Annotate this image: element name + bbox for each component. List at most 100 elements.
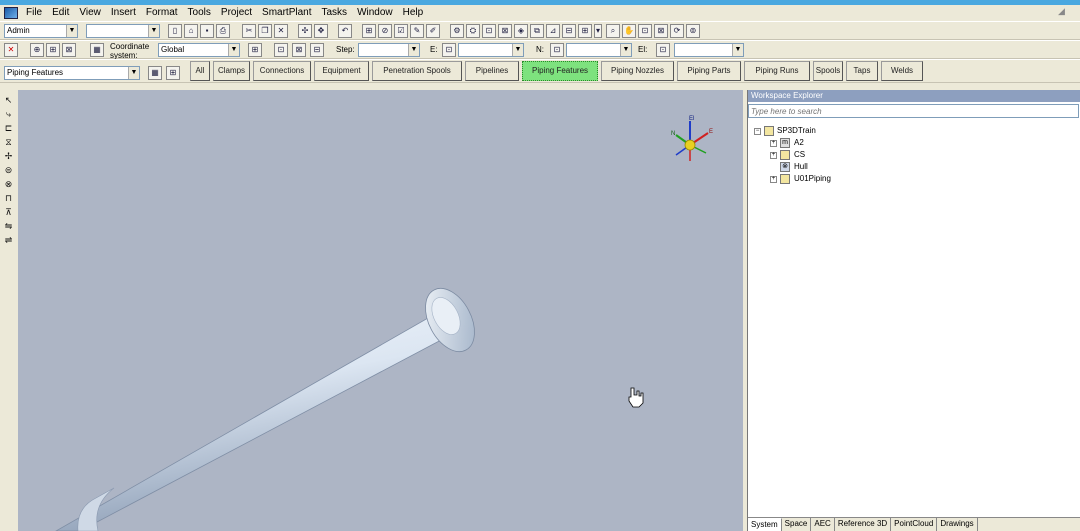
expand-icon[interactable]: + — [770, 176, 777, 183]
e-combo[interactable]: ▼ — [458, 43, 524, 57]
pinpoint-icon[interactable]: ⊞ — [46, 43, 60, 57]
view-i-icon[interactable]: ⊞ — [578, 24, 592, 38]
n-combo[interactable]: ▼ — [566, 43, 632, 57]
fit-icon[interactable]: ⊠ — [654, 24, 668, 38]
step-combo[interactable]: ▼ — [358, 43, 420, 57]
coord-system-combo[interactable]: Global ▼ — [158, 43, 240, 57]
filter-options-icon[interactable]: ▦ — [148, 66, 162, 80]
insert-instrument-icon[interactable]: ✢ — [2, 150, 15, 163]
filter-penetration-spools-button[interactable]: Penetration Spools — [372, 61, 462, 81]
tree-item-hull[interactable]: ⊗ Hull — [752, 161, 1072, 173]
filter-all-button[interactable]: All — [190, 61, 210, 81]
properties-icon[interactable]: ☑ — [394, 24, 408, 38]
view-d-icon[interactable]: ⊠ — [498, 24, 512, 38]
delete-icon[interactable]: ✕ — [274, 24, 288, 38]
tree-item-u01piping[interactable]: + U01Piping — [752, 173, 1072, 185]
expand-icon[interactable]: + — [770, 140, 777, 147]
view-f-icon[interactable]: ⧉ — [530, 24, 544, 38]
connect-icon[interactable]: ⇋ — [2, 220, 15, 233]
print-icon[interactable]: ⎙ — [216, 24, 230, 38]
coord-icon[interactable]: ▦ — [90, 43, 104, 57]
edit-icon[interactable]: ✎ — [410, 24, 424, 38]
workspace-search-input[interactable] — [748, 104, 1079, 118]
lock-e-icon[interactable]: ⊡ — [442, 43, 456, 57]
undo-icon[interactable]: ↶ — [338, 24, 352, 38]
insert-specialty-icon[interactable]: ⧖ — [2, 136, 15, 149]
menu-edit[interactable]: Edit — [47, 6, 74, 20]
menu-window[interactable]: Window — [352, 6, 398, 20]
graphic-view[interactable]: El E N — [18, 90, 743, 531]
filter-piping-runs-button[interactable]: Piping Runs — [744, 61, 810, 81]
filter-piping-parts-button[interactable]: Piping Parts — [677, 61, 741, 81]
collapse-icon[interactable]: − — [754, 128, 761, 135]
filter-clamps-button[interactable]: Clamps — [213, 61, 250, 81]
snap-icon[interactable]: ⊠ — [62, 43, 76, 57]
axis-icon[interactable]: ⊞ — [248, 43, 262, 57]
measure-icon[interactable]: ⊞ — [362, 24, 376, 38]
view-h-icon[interactable]: ⊟ — [562, 24, 576, 38]
pipe-body[interactable] — [55, 309, 461, 531]
tab-system[interactable]: System — [748, 518, 782, 531]
tree-item-root[interactable]: − SP3DTrain — [752, 125, 1072, 137]
tree-item-a2[interactable]: + m A2 — [752, 137, 1072, 149]
filter-grid-icon[interactable]: ⊞ — [166, 66, 180, 80]
role-combo[interactable]: Admin ▼ — [4, 24, 78, 38]
pin-icon[interactable]: ✐ — [426, 24, 440, 38]
menu-project[interactable]: Project — [216, 6, 257, 20]
filter-spools-button[interactable]: Spools — [813, 61, 843, 81]
filter-equipment-button[interactable]: Equipment — [314, 61, 369, 81]
expand-icon[interactable]: + — [770, 152, 777, 159]
view-g-icon[interactable]: ⊿ — [546, 24, 560, 38]
el-combo[interactable]: ▼ — [674, 43, 744, 57]
refresh-icon[interactable]: ⟳ — [670, 24, 684, 38]
route-pipe-icon[interactable]: ⤷ — [2, 108, 15, 121]
select-arrow-icon[interactable]: ↖ — [2, 94, 15, 107]
view-b-icon[interactable]: ⛭ — [466, 24, 480, 38]
lock-n-icon[interactable]: ⊡ — [550, 43, 564, 57]
view-c-icon[interactable]: ⊡ — [482, 24, 496, 38]
zoom-area-icon[interactable]: ⊡ — [638, 24, 652, 38]
spool-icon[interactable]: ⇌ — [2, 234, 15, 247]
insert-split-icon[interactable]: ⊓ — [2, 192, 15, 205]
relative-icon[interactable]: ⊡ — [274, 43, 288, 57]
new-icon[interactable]: ▯ — [168, 24, 182, 38]
tab-pointcloud[interactable]: PointCloud — [891, 518, 938, 531]
menu-insert[interactable]: Insert — [106, 6, 141, 20]
common-views-icon[interactable]: ⊚ — [686, 24, 700, 38]
select-icon[interactable]: ✣ — [298, 24, 312, 38]
tree-item-cs[interactable]: + CS — [752, 149, 1072, 161]
copy-icon[interactable]: ❐ — [258, 24, 272, 38]
view-e-icon[interactable]: ◈ — [514, 24, 528, 38]
close-icon[interactable]: ✕ — [4, 43, 18, 57]
open-icon[interactable]: ⌂ — [184, 24, 198, 38]
filter-piping-features-button[interactable]: Piping Features — [522, 61, 598, 81]
pipe-model-canvas[interactable]: El E N — [18, 90, 743, 531]
rotate-icon[interactable]: ⊘ — [378, 24, 392, 38]
lock-el-icon[interactable]: ⊡ — [656, 43, 670, 57]
locate-filter-combo[interactable]: Piping Features ▼ — [4, 66, 140, 80]
menu-smartplant[interactable]: SmartPlant — [257, 6, 316, 20]
insert-component-icon[interactable]: ⊏ — [2, 122, 15, 135]
menu-help[interactable]: Help — [398, 6, 429, 20]
filter-pipelines-button[interactable]: Pipelines — [465, 61, 519, 81]
menu-view[interactable]: View — [74, 6, 106, 20]
menu-tasks[interactable]: Tasks — [317, 6, 353, 20]
cut-icon[interactable]: ✂ — [242, 24, 256, 38]
filter-taps-button[interactable]: Taps — [846, 61, 878, 81]
filter-piping-nozzles-button[interactable]: Piping Nozzles — [601, 61, 674, 81]
move-icon[interactable]: ✥ — [314, 24, 328, 38]
tab-reference-3d[interactable]: Reference 3D — [834, 518, 892, 531]
filter-combo[interactable]: ▼ — [86, 24, 160, 38]
target-icon[interactable]: ⊕ — [30, 43, 44, 57]
insert-feature-icon[interactable]: ⊗ — [2, 178, 15, 191]
save-icon[interactable]: ▪ — [200, 24, 214, 38]
menu-tools[interactable]: Tools — [183, 6, 216, 20]
insert-support-icon[interactable]: ⊼ — [2, 206, 15, 219]
insert-tap-icon[interactable]: ⊜ — [2, 164, 15, 177]
tab-aec[interactable]: AEC — [811, 518, 835, 531]
offset-icon[interactable]: ⊟ — [310, 43, 324, 57]
filter-welds-button[interactable]: Welds — [881, 61, 923, 81]
pan-icon[interactable]: ✋ — [622, 24, 636, 38]
tab-space[interactable]: Space — [781, 518, 812, 531]
chevron-down-icon[interactable]: ▾ — [594, 24, 602, 38]
